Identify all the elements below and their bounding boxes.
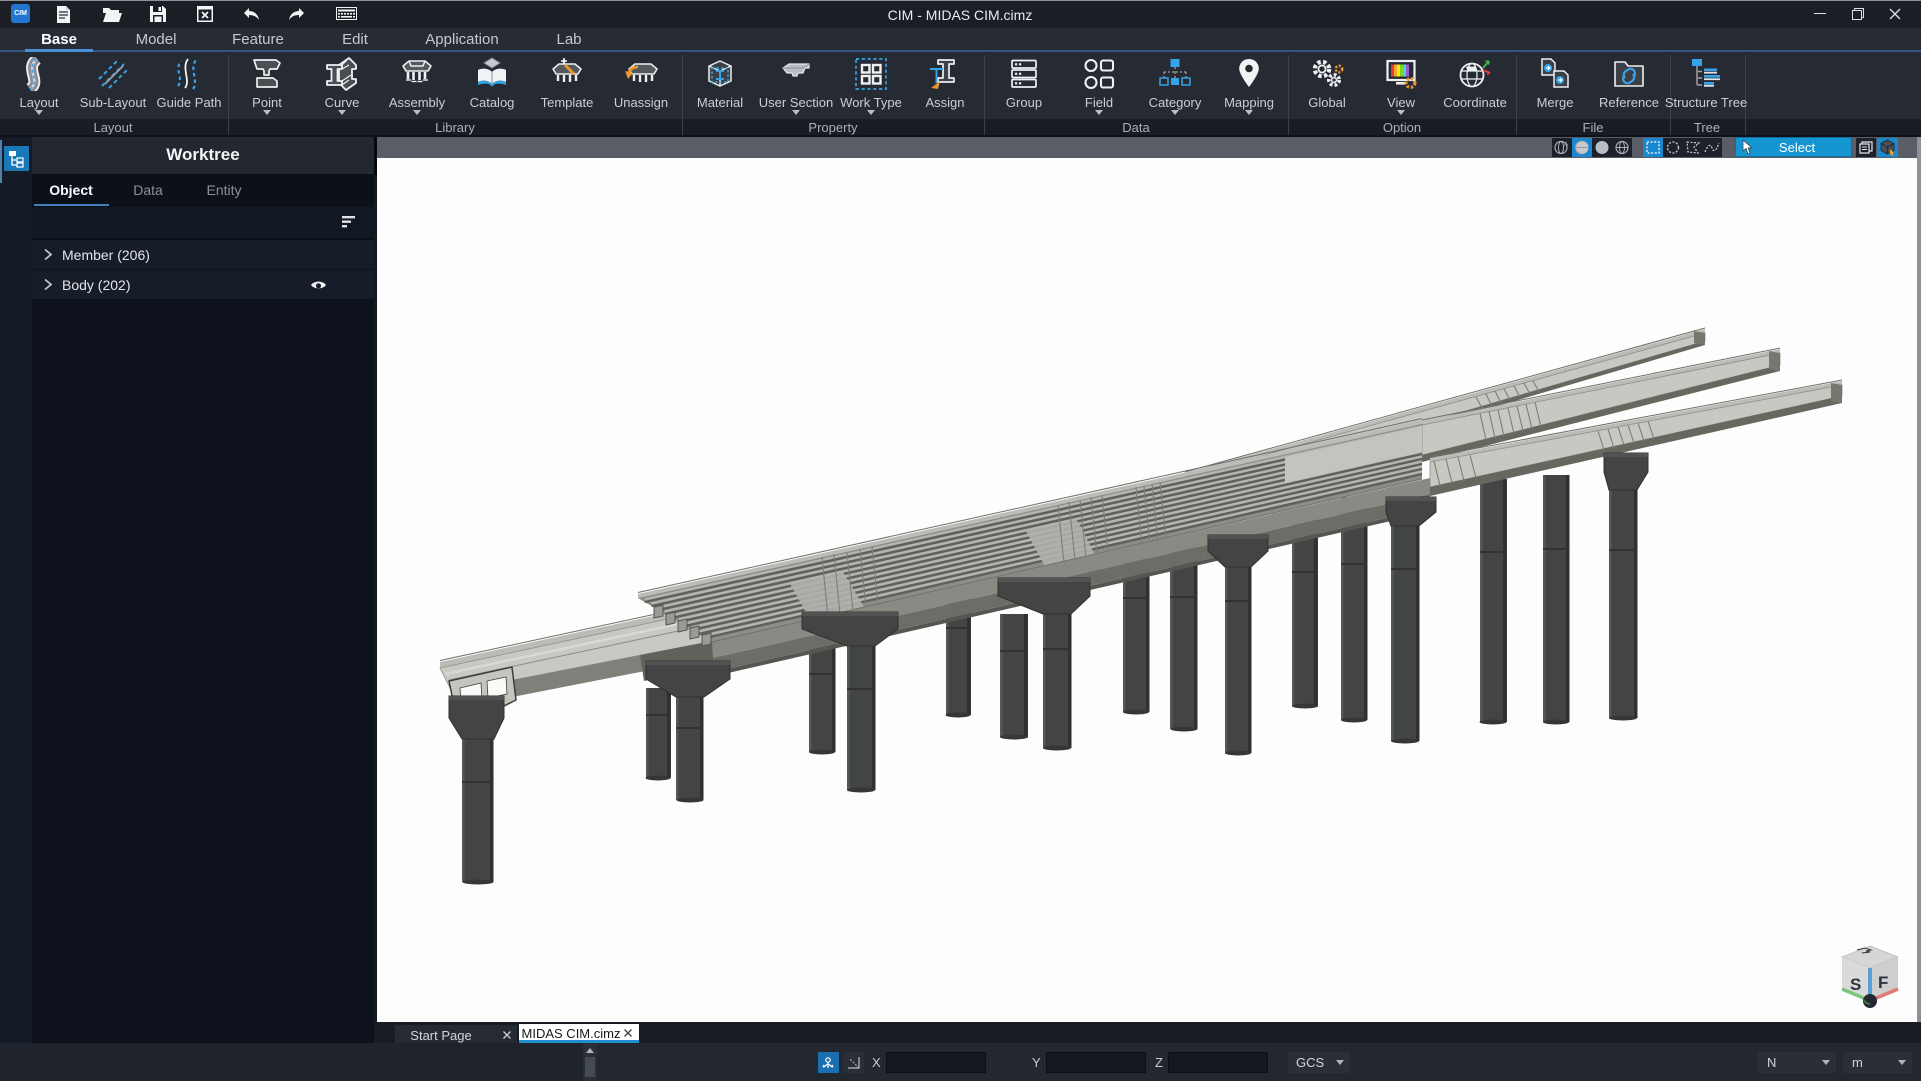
svg-text:F: F [1878, 973, 1888, 992]
svg-text:A: A [1564, 142, 1568, 148]
